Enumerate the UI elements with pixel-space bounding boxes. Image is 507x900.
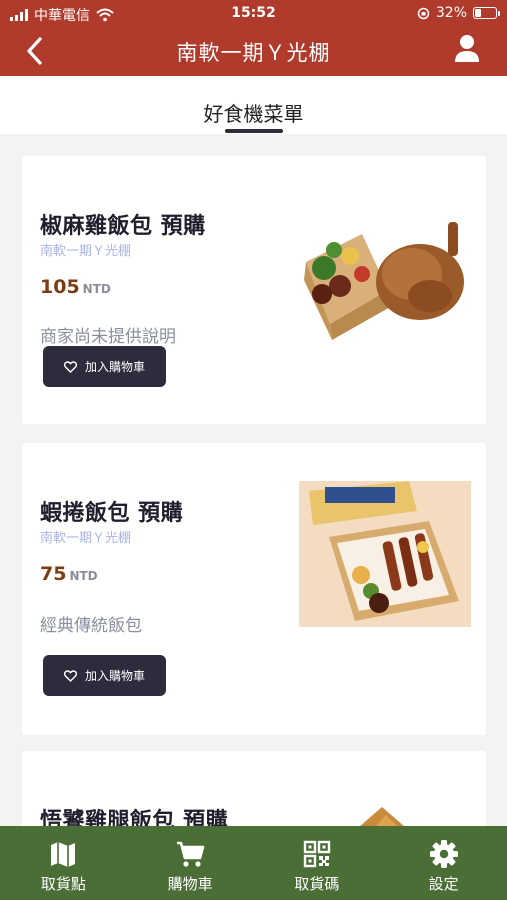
battery-icon [473,7,500,19]
item-price: 75 NTD [40,563,98,585]
price-currency: NTD [69,569,98,583]
item-location: 南軟一期Ｙ光棚 [40,531,132,546]
cart-icon [177,841,205,867]
heart-icon [63,669,77,682]
food-photo [299,481,471,627]
orientation-lock-icon [417,7,430,19]
nav-cart[interactable]: 購物車 [127,826,254,900]
menu-card: 蝦捲飯包 預購 南軟一期Ｙ光棚 75 NTD 經典傳統飯包 加入購物車 [22,443,486,735]
price-value: 75 [40,563,67,585]
status-right: 32% [417,5,500,21]
item-name: 蝦捲飯包 預購 [40,501,184,526]
qr-code-icon [303,840,331,868]
map-icon [51,842,76,867]
tab-bar: 好食機菜單 [0,76,507,134]
price-currency: NTD [82,282,111,296]
food-photo [300,194,470,344]
nav-label: 購物車 [167,875,213,893]
gear-icon [429,840,458,868]
nav-pickup-point[interactable]: 取貨點 [0,826,127,900]
app-header: 南軟一期Ｙ光棚 [0,26,507,76]
item-name: 椒麻雞飯包 預購 [40,214,206,239]
item-name: 悟饕雞腿飯包 預購 [40,809,229,826]
battery-percent: 32% [435,5,467,21]
bottom-nav: 取貨點 購物車 取貨碼 設定 [0,826,507,900]
add-to-cart-label: 加入購物車 [84,669,145,683]
food-photo [322,803,422,826]
item-description: 商家尚未提供說明 [40,327,176,347]
page-title: 南軟一期Ｙ光棚 [176,41,331,65]
menu-list[interactable]: 椒麻雞飯包 預購 南軟一期Ｙ光棚 105NTD 商家尚未提供說明 加入購物車 [0,134,507,826]
tab-active-indicator [225,129,283,133]
status-bar: 中華電信 15:52 32% [0,0,507,26]
add-to-cart-button[interactable]: 加入購物車 [43,346,166,387]
item-price: 105 NTD [40,276,111,298]
add-to-cart-label: 加入購物車 [84,360,145,374]
tab-menu[interactable]: 好食機菜單 [0,98,507,127]
profile-button[interactable] [451,32,483,66]
nav-label: 取貨點 [40,875,86,893]
heart-icon [63,360,77,373]
add-to-cart-button[interactable]: 加入購物車 [43,655,166,696]
item-description: 經典傳統飯包 [40,616,142,636]
nav-settings[interactable]: 設定 [380,826,507,900]
user-icon [455,35,479,62]
item-location: 南軟一期Ｙ光棚 [40,244,132,259]
price-value: 105 [40,276,80,298]
battery-fill [475,9,482,17]
menu-card: 椒麻雞飯包 預購 南軟一期Ｙ光棚 105 NTD 商家尚未提供說明 加入購物車 [22,156,486,424]
nav-pickup-code[interactable]: 取貨碼 [254,826,381,900]
nav-label: 取貨碼 [294,875,340,893]
nav-label: 設定 [428,875,459,893]
menu-card: 悟饕雞腿飯包 預購 [22,751,486,826]
